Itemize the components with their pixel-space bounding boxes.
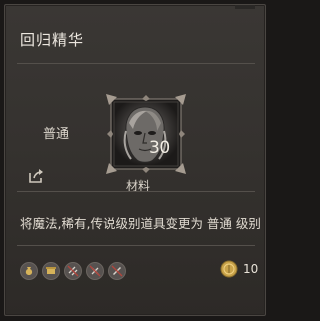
currency-amount: 10 <box>243 262 259 276</box>
item-stack-count: 30 <box>149 138 170 158</box>
item-grade: 普通 <box>43 127 70 142</box>
header-divider <box>17 63 255 64</box>
body-divider <box>17 191 255 192</box>
item-description: 将魔法,稀有,传说级别道具变更为 普通 级别 <box>20 216 261 231</box>
item-name: 回归精华 <box>20 31 85 49</box>
no-repair-icon <box>86 262 104 280</box>
item-tooltip-panel: 回归精华 普通 30 材料 将魔法,稀有,传说级别道具变更为 普通 级别 10 <box>4 4 266 316</box>
coin-bag-icon <box>20 262 38 280</box>
no-salvage-icon <box>108 262 126 280</box>
footer-divider <box>17 245 255 246</box>
no-trade-icon <box>64 262 82 280</box>
panel-top-strip <box>235 5 255 9</box>
item-property-icons <box>20 262 126 280</box>
scroll-icon <box>42 262 60 280</box>
gold-coin-icon <box>220 260 238 278</box>
share-icon[interactable] <box>27 167 45 185</box>
